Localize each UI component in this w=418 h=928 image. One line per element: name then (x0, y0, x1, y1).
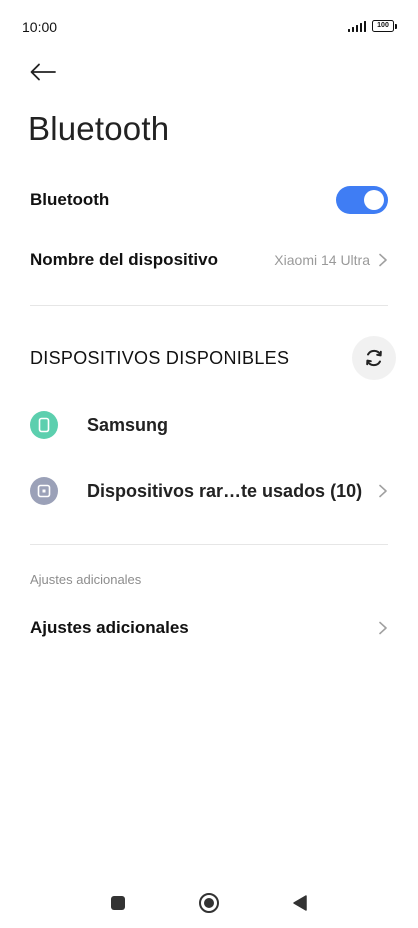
device-name: Samsung (87, 414, 169, 435)
device-name-row[interactable]: Nombre del dispositivo Xiaomi 14 Ultra (30, 240, 388, 280)
battery-icon: 100 (372, 20, 397, 32)
phone-icon (30, 411, 58, 439)
back-nav-button[interactable] (287, 890, 313, 916)
battery-level: 100 (377, 22, 389, 29)
square-icon (111, 896, 125, 910)
section-caption: Ajustes adicionales (30, 572, 142, 587)
available-devices-header: DISPOSITIVOS DISPONIBLES (30, 336, 396, 380)
refresh-icon (366, 349, 382, 367)
status-time: 10:00 (22, 19, 58, 35)
navigation-bar (0, 880, 418, 928)
triangle-back-icon (293, 895, 307, 911)
device-name-value: Xiaomi 14 Ultra (274, 252, 370, 268)
switch-knob (364, 190, 384, 210)
device-name: Dispositivos rar…te usados (10) (87, 480, 363, 501)
list-item-samsung[interactable]: Samsung (30, 404, 388, 446)
bluetooth-switch[interactable] (336, 186, 388, 214)
status-indicators: 100 (347, 20, 397, 32)
chevron-right-icon (379, 621, 387, 635)
device-name-value-wrap: Xiaomi 14 Ultra (274, 252, 388, 268)
device-icon (30, 477, 58, 505)
divider (30, 544, 388, 545)
chevron-right-icon (379, 484, 387, 498)
additional-settings-label: Ajustes adicionales (30, 618, 189, 637)
page-title: Bluetooth (28, 110, 170, 147)
additional-settings-row[interactable]: Ajustes adicionales (30, 608, 388, 648)
device-item-content: Samsung (30, 411, 168, 439)
home-circle-icon (199, 893, 219, 913)
device-name-label: Nombre del dispositivo (30, 250, 218, 269)
list-item-rarely-used[interactable]: Dispositivos rar…te usados (10) (30, 470, 388, 512)
device-item-content: Dispositivos rar…te usados (10) (30, 477, 362, 505)
arrow-left-icon (30, 63, 56, 81)
bluetooth-toggle-row[interactable]: Bluetooth (30, 180, 388, 220)
divider (30, 305, 388, 306)
status-bar: 10:00 100 (0, 0, 418, 54)
home-button[interactable] (196, 890, 222, 916)
recents-button[interactable] (105, 890, 131, 916)
bluetooth-toggle-label: Bluetooth (30, 190, 110, 209)
back-button[interactable] (24, 54, 62, 90)
refresh-button[interactable] (352, 336, 396, 380)
signal-icon (347, 20, 366, 32)
chevron-right-icon (379, 253, 387, 267)
available-devices-title: DISPOSITIVOS DISPONIBLES (30, 347, 290, 368)
